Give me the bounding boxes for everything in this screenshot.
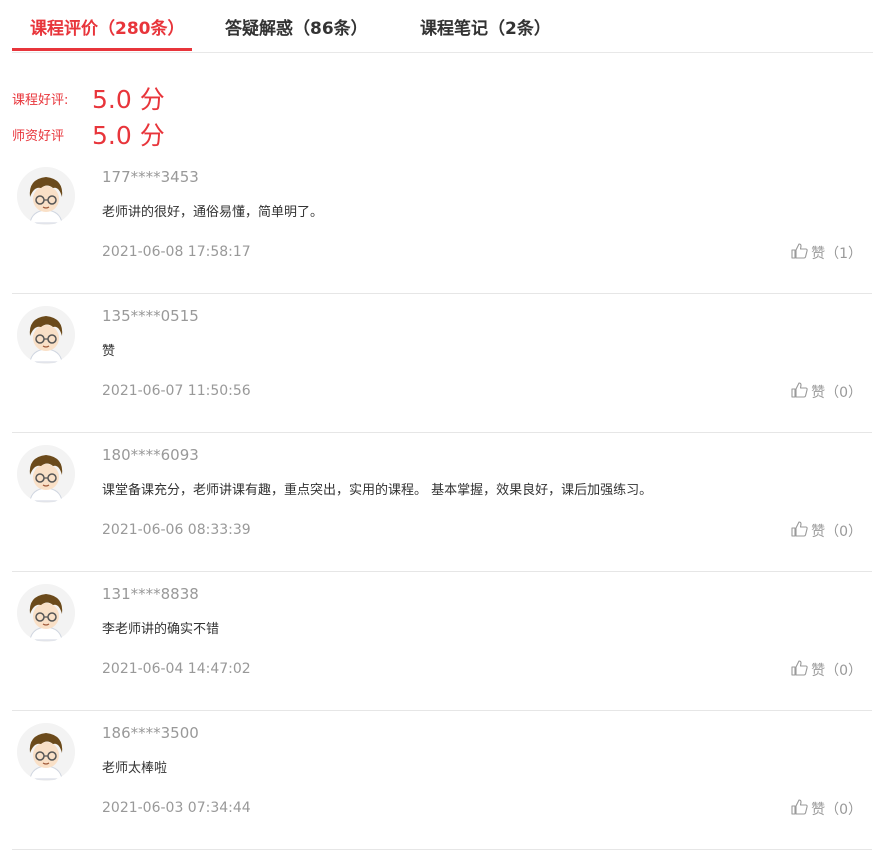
like-label: 赞 [811,246,826,262]
like-button[interactable]: 赞 （0） [791,521,862,541]
review-username: 177****3453 [102,168,199,186]
review-time: 2021-06-07 11:50:56 [102,383,251,399]
tab-qa[interactable]: 答疑解惑（86条） [225,14,368,39]
like-count: （1） [825,246,862,262]
review-time: 2021-06-03 07:34:44 [102,800,251,816]
like-count: （0） [825,663,862,679]
teacher-rating-score: 5.0 分 [92,121,165,150]
like-button[interactable]: 赞 （1） [791,243,862,263]
review-time: 2021-06-06 08:33:39 [102,522,251,538]
review-content: 老师太棒啦 [102,761,168,776]
review-content: 课堂备课充分，老师讲课有趣，重点突出，实用的课程。 基本掌握，效果良好，课后加强… [102,483,653,498]
like-button[interactable]: 赞 （0） [791,660,862,680]
thumbs-up-icon [791,243,811,263]
teacher-rating: 师资好评 5.0 分 [12,116,165,152]
review-time: 2021-06-08 17:58:17 [102,244,251,260]
review-item: 135****0515 赞 2021-06-07 11:50:56 赞 （0） [12,293,872,433]
like-label: 赞 [811,385,826,401]
review-content: 赞 [102,344,116,359]
review-username: 131****8838 [102,585,199,603]
review-content: 老师讲的很好，通俗易懂，简单明了。 [102,205,324,220]
like-label: 赞 [811,663,826,679]
review-item: 131****8838 李老师讲的确实不错 2021-06-04 14:47:0… [12,571,872,711]
thumbs-up-icon [791,382,811,402]
tab-notes[interactable]: 课程笔记（2条） [420,14,551,39]
active-tab-indicator [12,48,192,51]
review-username: 180****6093 [102,446,199,464]
like-button[interactable]: 赞 （0） [791,799,862,819]
thumbs-up-icon [791,521,811,541]
review-time: 2021-06-04 14:47:02 [102,661,251,677]
like-count: （0） [825,802,862,818]
avatar [17,584,75,642]
review-item: 177****3453 老师讲的很好，通俗易懂，简单明了。 2021-06-08… [12,154,872,294]
course-rating: 课程好评: 5.0 分 [12,80,165,116]
avatar [17,445,75,503]
review-item: 186****3500 老师太棒啦 2021-06-03 07:34:44 赞 … [12,710,872,850]
review-item: 180****6093 课堂备课充分，老师讲课有趣，重点突出，实用的课程。 基本… [12,432,872,572]
tab-bar: 课程评价（280条） 答疑解惑（86条） 课程笔记（2条） [12,0,873,53]
avatar [17,306,75,364]
like-label: 赞 [811,802,826,818]
review-username: 135****0515 [102,307,199,325]
like-count: （0） [825,524,862,540]
teacher-rating-label: 师资好评 [12,128,65,144]
avatar [17,723,75,781]
thumbs-up-icon [791,660,811,680]
thumbs-up-icon [791,799,811,819]
like-button[interactable]: 赞 （0） [791,382,862,402]
review-username: 186****3500 [102,724,199,742]
avatar [17,167,75,225]
course-rating-score: 5.0 分 [92,85,165,114]
like-label: 赞 [811,524,826,540]
course-rating-label: 课程好评: [12,92,69,108]
like-count: （0） [825,385,862,401]
tab-course-reviews[interactable]: 课程评价（280条） [30,14,185,39]
review-content: 李老师讲的确实不错 [102,622,220,637]
